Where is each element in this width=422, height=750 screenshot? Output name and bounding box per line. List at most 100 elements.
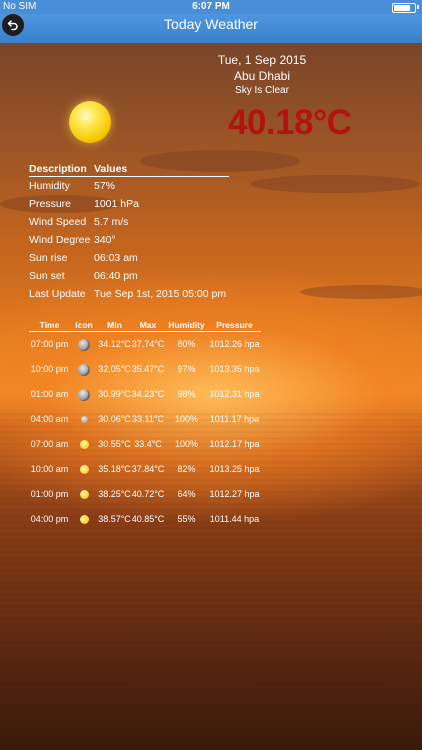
forecast-header-min: Min [107, 320, 122, 330]
status-time: 6:07 PM [192, 1, 230, 12]
forecast-min-temp: 30.06°C [98, 414, 131, 424]
detail-value: Tue Sep 1st, 2015 05:00 pm [94, 288, 227, 300]
weather-condition: Sky Is Clear [235, 85, 289, 96]
forecast-header-time: Time [39, 320, 60, 330]
details-header-description: Description [29, 163, 87, 175]
forecast-max-temp: 37.84°C [131, 464, 165, 474]
forecast-icon-cell [70, 440, 98, 449]
forecast-time: 07:00 pm [30, 339, 69, 349]
status-bar: No SIM 6:07 PM [0, 0, 422, 14]
sun-icon [79, 490, 89, 499]
details-table: Description Values Humidity 57% Pressure… [29, 163, 229, 303]
sun-icon [69, 101, 111, 143]
forecast-min-temp: 32.05°C [98, 364, 131, 374]
detail-label: Pressure [29, 198, 72, 210]
forecast-pressure: 1011.44 hpa [209, 514, 260, 524]
sun-icon [79, 465, 89, 474]
forecast-rows: 07:00 pm 34.12°C 37.74°C 80% 1012.26 hpa 10:0… [29, 332, 261, 532]
battery-tip-icon [417, 5, 419, 9]
forecast-pressure: 1013.35 hpa [209, 364, 260, 374]
forecast-humidity: 100% [174, 414, 199, 424]
forecast-humidity: 82% [177, 464, 196, 474]
forecast-humidity: 100% [174, 439, 199, 449]
detail-value: 1001 hPa [94, 198, 139, 210]
details-header-values: Values [94, 163, 128, 175]
details-row-sunrise: Sun rise 06:03 am [29, 249, 229, 267]
detail-value: 57% [94, 180, 116, 192]
forecast-header-pressure: Pressure [216, 320, 253, 330]
forecast-icon-cell [70, 465, 98, 474]
detail-label: Wind Speed [29, 216, 87, 228]
moon-icon [78, 363, 90, 376]
detail-value: 06:03 am [94, 252, 138, 264]
forecast-pressure: 1013.25 hpa [209, 464, 260, 474]
forecast-time: 04:00 pm [30, 514, 69, 524]
forecast-row: 01:00 am 30.99°C 34.23°C 98% 1012.31 hpa [29, 382, 261, 407]
forecast-humidity: 97% [177, 364, 196, 374]
forecast-time: 01:00 am [30, 389, 69, 399]
details-row-humidity: Humidity 57% [29, 177, 229, 195]
forecast-humidity: 98% [177, 389, 196, 399]
forecast-pressure: 1011.17 hpa [209, 414, 260, 424]
detail-label: Last Update [29, 288, 86, 300]
moon-icon [78, 338, 90, 351]
forecast-max-temp: 37.74°C [131, 339, 165, 349]
detail-value: 340° [94, 234, 116, 246]
forecast-header-max: Max [139, 320, 157, 330]
battery-icon [392, 3, 416, 13]
forecast-icon-cell [70, 388, 98, 401]
forecast-humidity: 55% [177, 514, 196, 524]
forecast-time: 01:00 pm [30, 489, 69, 499]
forecast-max-temp: 33.4°C [134, 439, 162, 449]
details-row-last-update: Last Update Tue Sep 1st, 2015 05:00 pm [29, 285, 229, 303]
forecast-max-temp: 34.23°C [131, 389, 165, 399]
forecast-table: Time Icon Min Max Humidity Pressure 07:0… [29, 320, 261, 532]
forecast-row: 01:00 pm 38.25°C 40.72°C 64% 1012.27 hpa [29, 482, 261, 507]
forecast-row: 04:00 pm 38.57°C 40.85°C 55% 1011.44 hpa [29, 507, 261, 532]
forecast-min-temp: 38.25°C [98, 489, 131, 499]
forecast-row: 07:00 pm 34.12°C 37.74°C 80% 1012.26 hpa [29, 332, 261, 357]
forecast-max-temp: 40.72°C [131, 489, 165, 499]
forecast-min-temp: 38.57°C [98, 514, 131, 524]
details-header: Description Values [29, 163, 229, 177]
forecast-humidity: 64% [177, 489, 196, 499]
forecast-pressure: 1012.26 hpa [209, 339, 260, 349]
forecast-header-icon: Icon [75, 320, 93, 330]
cloud-decoration [300, 285, 422, 299]
detail-label: Sun set [29, 270, 65, 282]
forecast-row: 04:00 am 30.06°C 33.11°C 100% 1011.17 hpa [29, 407, 261, 432]
forecast-time: 10:00 pm [30, 364, 69, 374]
details-row-wind-speed: Wind Speed 5.7 m/s [29, 213, 229, 231]
forecast-icon-cell [70, 515, 98, 524]
forecast-pressure: 1012.17 hpa [209, 439, 260, 449]
forecast-pressure: 1012.31 hpa [209, 389, 260, 399]
forecast-icon-cell [70, 416, 98, 423]
page-title: Today Weather [164, 16, 258, 32]
moon-small-icon [80, 416, 88, 423]
cloud-decoration [250, 175, 420, 193]
forecast-max-temp: 35.47°C [131, 364, 165, 374]
forecast-icon-cell [70, 338, 98, 351]
details-row-pressure: Pressure 1001 hPa [29, 195, 229, 213]
detail-label: Sun rise [29, 252, 68, 264]
forecast-icon-cell [70, 363, 98, 376]
forecast-header: Time Icon Min Max Humidity Pressure [29, 320, 261, 332]
detail-value: 06:40 pm [94, 270, 138, 282]
moon-icon [78, 388, 90, 401]
forecast-row: 10:00 am 35.18°C 37.84°C 82% 1013.25 hpa [29, 457, 261, 482]
sun-icon [79, 440, 89, 449]
forecast-max-temp: 33.11°C [132, 414, 164, 424]
current-temperature: 40.18°C [228, 103, 352, 142]
forecast-time: 04:00 am [30, 414, 69, 424]
detail-label: Humidity [29, 180, 70, 192]
sun-icon [79, 515, 89, 524]
forecast-header-humidity: Humidity [168, 320, 205, 330]
forecast-min-temp: 30.99°C [98, 389, 131, 399]
details-row-wind-degree: Wind Degree 340° [29, 231, 229, 249]
forecast-humidity: 80% [177, 339, 196, 349]
details-row-sunset: Sun set 06:40 pm [29, 267, 229, 285]
forecast-min-temp: 35.18°C [98, 464, 131, 474]
detail-value: 5.7 m/s [94, 216, 129, 228]
forecast-time: 10:00 am [30, 464, 69, 474]
nav-bar: Today Weather [0, 14, 422, 43]
